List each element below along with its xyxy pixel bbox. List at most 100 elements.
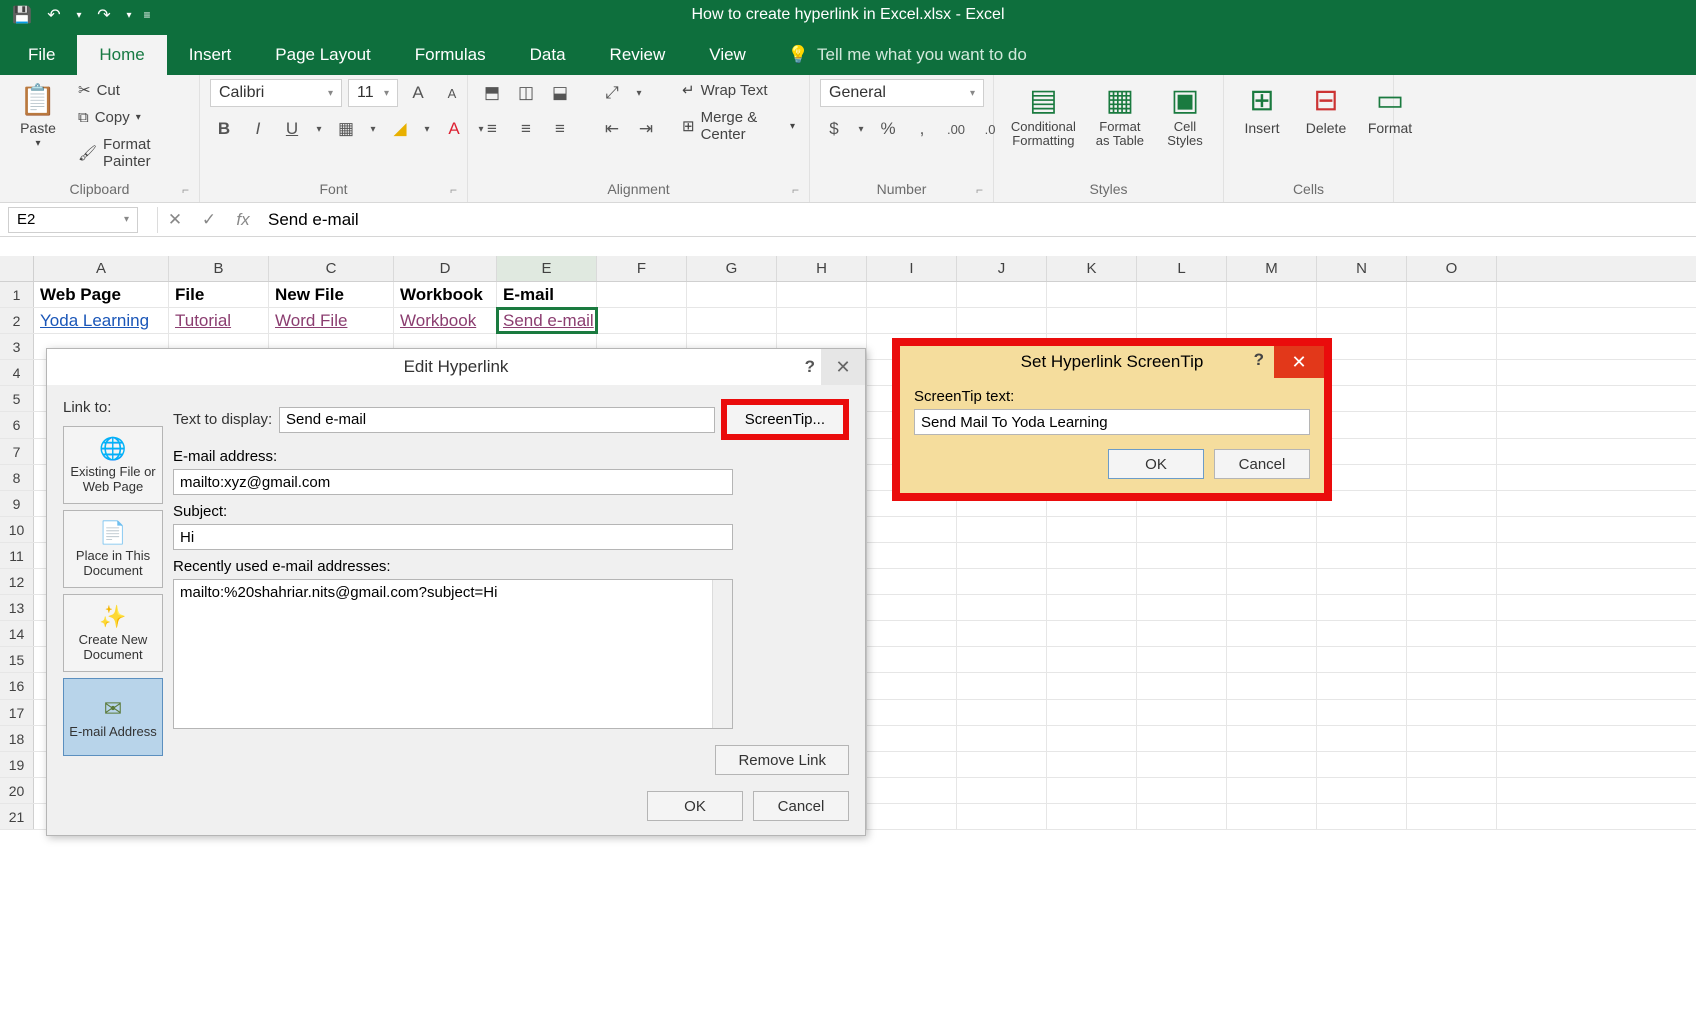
cell-O12[interactable] xyxy=(1407,569,1497,594)
cell-K20[interactable] xyxy=(1047,778,1137,803)
align-right-button[interactable]: ≡ xyxy=(546,115,574,143)
cell-C2[interactable]: Word File xyxy=(269,308,394,333)
linkto-existing-file[interactable]: 🌐Existing File or Web Page xyxy=(63,426,163,504)
cell-I15[interactable] xyxy=(867,647,957,672)
cell-N21[interactable] xyxy=(1317,804,1407,829)
cell-K10[interactable] xyxy=(1047,517,1137,542)
cell-F1[interactable] xyxy=(597,282,687,307)
font-name-combo[interactable]: Calibri▾ xyxy=(210,79,342,107)
linkto-create-new[interactable]: ✨Create New Document xyxy=(63,594,163,672)
italic-button[interactable]: I xyxy=(244,115,272,143)
save-icon[interactable]: 💾 xyxy=(8,2,36,28)
col-header-A[interactable]: A xyxy=(34,256,169,281)
row-header-18[interactable]: 18 xyxy=(0,726,34,751)
cell-M11[interactable] xyxy=(1227,543,1317,568)
cell-J10[interactable] xyxy=(957,517,1047,542)
cell-N10[interactable] xyxy=(1317,517,1407,542)
cell-J17[interactable] xyxy=(957,700,1047,725)
linkto-email[interactable]: ✉E-mail Address xyxy=(63,678,163,756)
increase-indent-button[interactable]: ⇥ xyxy=(632,115,660,143)
cell-O10[interactable] xyxy=(1407,517,1497,542)
cell-O20[interactable] xyxy=(1407,778,1497,803)
cell-I13[interactable] xyxy=(867,595,957,620)
cell-M19[interactable] xyxy=(1227,752,1317,777)
cell-L10[interactable] xyxy=(1137,517,1227,542)
cell-K13[interactable] xyxy=(1047,595,1137,620)
align-left-button[interactable]: ≡ xyxy=(478,115,506,143)
row-header-13[interactable]: 13 xyxy=(0,595,34,620)
enter-formula-icon[interactable]: ✓ xyxy=(192,207,226,233)
cell-L14[interactable] xyxy=(1137,621,1227,646)
close-icon[interactable]: ✕ xyxy=(1274,346,1324,378)
row-header-1[interactable]: 1 xyxy=(0,282,34,307)
cell-A1[interactable]: Web Page xyxy=(34,282,169,307)
row-header-8[interactable]: 8 xyxy=(0,465,34,490)
row-header-14[interactable]: 14 xyxy=(0,621,34,646)
col-header-K[interactable]: K xyxy=(1047,256,1137,281)
cell-J11[interactable] xyxy=(957,543,1047,568)
format-as-table-button[interactable]: ▦Format as Table xyxy=(1091,79,1149,153)
scrollbar[interactable] xyxy=(712,580,732,728)
cell-N1[interactable] xyxy=(1317,282,1407,307)
cell-M10[interactable] xyxy=(1227,517,1317,542)
cell-N2[interactable] xyxy=(1317,308,1407,333)
col-header-O[interactable]: O xyxy=(1407,256,1497,281)
cell-K11[interactable] xyxy=(1047,543,1137,568)
dialog-launcher-icon[interactable]: ⌐ xyxy=(792,183,799,197)
col-header-I[interactable]: I xyxy=(867,256,957,281)
cell-I18[interactable] xyxy=(867,726,957,751)
cell-K12[interactable] xyxy=(1047,569,1137,594)
cell-styles-button[interactable]: ▣Cell Styles xyxy=(1157,79,1213,153)
row-header-6[interactable]: 6 xyxy=(0,412,34,437)
screentip-button[interactable]: ScreenTip... xyxy=(721,399,849,440)
row-header-11[interactable]: 11 xyxy=(0,543,34,568)
dialog-launcher-icon[interactable]: ⌐ xyxy=(976,183,983,197)
cell-B1[interactable]: File xyxy=(169,282,269,307)
cell-E2[interactable]: Send e-mail xyxy=(497,308,597,333)
border-button[interactable]: ▦ xyxy=(332,115,360,143)
delete-cells-button[interactable]: ⊟Delete xyxy=(1298,79,1354,140)
cell-K2[interactable] xyxy=(1047,308,1137,333)
cell-M2[interactable] xyxy=(1227,308,1317,333)
cell-J12[interactable] xyxy=(957,569,1047,594)
cell-H1[interactable] xyxy=(777,282,867,307)
cell-O16[interactable] xyxy=(1407,673,1497,698)
cell-O21[interactable] xyxy=(1407,804,1497,829)
cell-K14[interactable] xyxy=(1047,621,1137,646)
tab-file[interactable]: File xyxy=(6,35,77,75)
cell-M21[interactable] xyxy=(1227,804,1317,829)
cell-M1[interactable] xyxy=(1227,282,1317,307)
font-size-combo[interactable]: 11▾ xyxy=(348,79,398,107)
font-color-button[interactable]: A xyxy=(440,115,468,143)
select-all-corner[interactable] xyxy=(0,256,34,282)
cell-K21[interactable] xyxy=(1047,804,1137,829)
orientation-dropdown[interactable]: ▾ xyxy=(632,79,646,107)
row-header-5[interactable]: 5 xyxy=(0,386,34,411)
email-address-input[interactable] xyxy=(173,469,733,495)
recent-list[interactable]: mailto:%20shahriar.nits@gmail.com?subjec… xyxy=(173,579,733,729)
wrap-text-button[interactable]: ↵Wrap Text xyxy=(678,79,799,101)
redo-icon[interactable]: ↷ xyxy=(90,2,118,28)
decrease-font-icon[interactable]: A xyxy=(438,79,466,107)
row-header-4[interactable]: 4 xyxy=(0,360,34,385)
cell-K1[interactable] xyxy=(1047,282,1137,307)
cell-D1[interactable]: Workbook xyxy=(394,282,497,307)
cell-N16[interactable] xyxy=(1317,673,1407,698)
ok-button[interactable]: OK xyxy=(647,791,743,821)
col-header-H[interactable]: H xyxy=(777,256,867,281)
cancel-button[interactable]: Cancel xyxy=(753,791,849,821)
conditional-formatting-button[interactable]: ▤Conditional Formatting xyxy=(1004,79,1083,153)
cell-K18[interactable] xyxy=(1047,726,1137,751)
cell-G2[interactable] xyxy=(687,308,777,333)
cell-K17[interactable] xyxy=(1047,700,1137,725)
currency-dropdown[interactable]: ▾ xyxy=(854,115,868,143)
tab-home[interactable]: Home xyxy=(77,35,166,75)
cell-J13[interactable] xyxy=(957,595,1047,620)
row-header-17[interactable]: 17 xyxy=(0,700,34,725)
cell-O6[interactable] xyxy=(1407,412,1497,437)
align-top-button[interactable]: ⬒ xyxy=(478,79,506,107)
cell-A2[interactable]: Yoda Learning xyxy=(34,308,169,333)
cell-N14[interactable] xyxy=(1317,621,1407,646)
text-to-display-input[interactable] xyxy=(279,407,715,433)
fill-dropdown[interactable]: ▾ xyxy=(420,115,434,143)
